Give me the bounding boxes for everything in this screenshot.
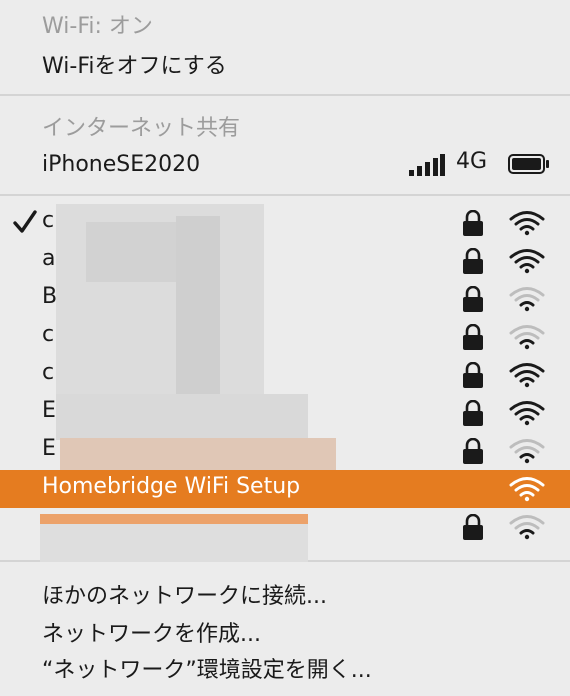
lock-icon <box>463 438 483 464</box>
privacy-blur <box>60 438 336 470</box>
cellular-signal-icon <box>409 154 445 176</box>
network-item[interactable]: Homebridge WiFi Setup <box>0 470 570 508</box>
create-network-item[interactable]: ネットワークを作成... <box>0 614 570 650</box>
lock-icon <box>463 248 483 274</box>
lock-icon <box>463 210 483 236</box>
wifi-signal-icon <box>509 363 545 388</box>
wifi-signal-icon <box>509 211 545 236</box>
network-ssid: E <box>42 398 56 423</box>
join-other-network-item[interactable]: ほかのネットワークに接続... <box>0 576 570 612</box>
privacy-blur <box>40 514 308 524</box>
lock-icon <box>463 324 483 350</box>
separator <box>0 94 570 96</box>
separator <box>0 194 570 196</box>
network-ssid: a <box>42 246 56 271</box>
wifi-signal-icon <box>509 287 545 312</box>
wifi-toggle-item[interactable]: Wi-Fiをオフにする <box>0 46 570 82</box>
open-network-prefs-item[interactable]: “ネットワーク”環境設定を開く... <box>0 650 570 686</box>
wifi-status-label: Wi-Fi: オン <box>42 14 153 39</box>
hotspot-header: インターネット共有 <box>42 116 241 141</box>
network-ssid: E <box>42 436 56 461</box>
network-type-label: 4G <box>456 149 488 174</box>
wifi-signal-icon <box>509 325 545 350</box>
wifi-signal-icon <box>509 515 545 540</box>
network-ssid: c <box>42 322 55 347</box>
hotspot-device-item[interactable]: iPhoneSE2020 4G <box>0 146 570 182</box>
battery-icon <box>508 154 549 174</box>
network-ssid: Homebridge WiFi Setup <box>42 474 301 499</box>
lock-icon <box>463 362 483 388</box>
wifi-signal-icon <box>509 439 545 464</box>
privacy-blur <box>86 222 176 282</box>
privacy-blur <box>56 394 308 440</box>
lock-icon <box>463 514 483 540</box>
network-ssid: c <box>42 208 55 233</box>
lock-icon <box>463 400 483 426</box>
checkmark-icon <box>13 210 37 233</box>
network-ssid: c <box>42 360 55 385</box>
network-ssid: B <box>42 284 58 309</box>
wifi-signal-icon <box>509 477 545 502</box>
lock-icon <box>463 286 483 312</box>
wifi-signal-icon <box>509 249 545 274</box>
wifi-menu: Wi-Fi: オン Wi-Fiをオフにする インターネット共有 iPhoneSE… <box>0 0 570 696</box>
privacy-blur <box>176 216 220 396</box>
hotspot-device-name: iPhoneSE2020 <box>42 151 201 177</box>
wifi-signal-icon <box>509 401 545 426</box>
